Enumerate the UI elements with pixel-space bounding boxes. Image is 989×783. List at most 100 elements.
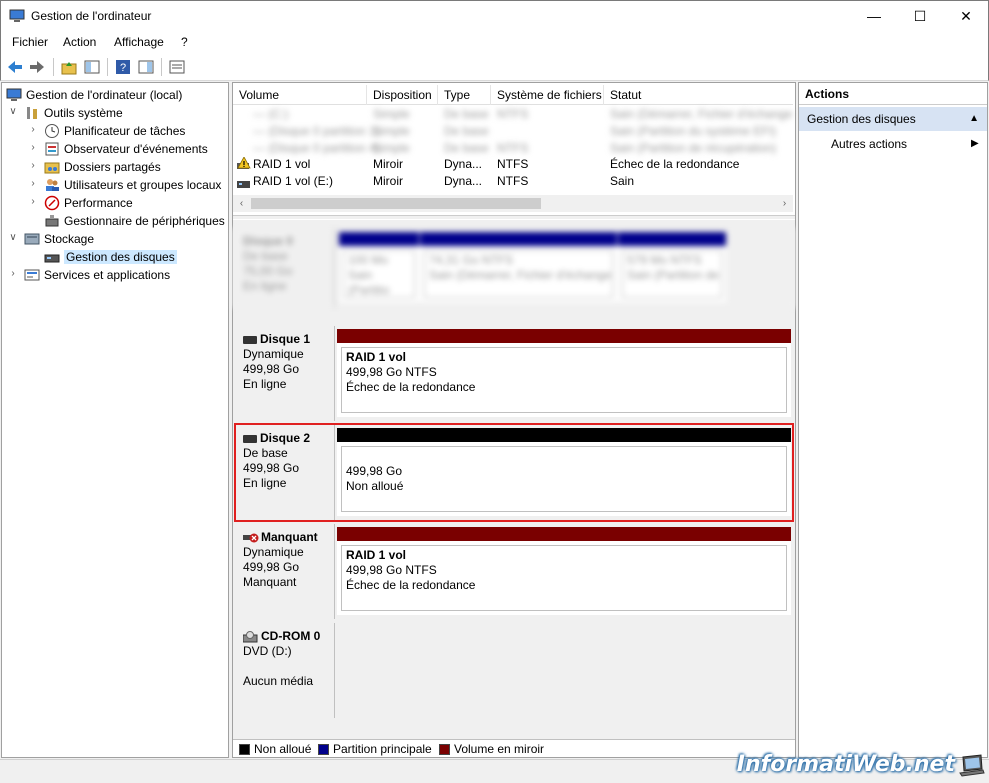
disk-row-1: Disque 1 Dynamique 499,98 Go En ligne RA… — [233, 326, 795, 421]
expand-chevron-icon[interactable]: › — [8, 265, 18, 283]
disk-row-cdrom: CD-ROM 0 DVD (D:) Aucun média — [233, 623, 795, 718]
toolbar: ? — [0, 53, 989, 81]
volume-row-raid1[interactable]: RAID 1 vol Miroir Dyna... NTFS Échec de … — [233, 156, 793, 173]
horizontal-scrollbar[interactable]: ‹ › — [233, 195, 793, 212]
volume-row[interactable]: — (Disque 0 partition 4) Simple De base … — [233, 140, 793, 157]
storage-icon — [24, 233, 40, 245]
menu-help[interactable]: ? — [181, 35, 188, 49]
scrollbar-thumb[interactable] — [251, 198, 541, 209]
expand-chevron-icon[interactable]: › — [28, 139, 38, 157]
disk-map: Disque 0 De base 75,00 Go En ligne 100 M… — [233, 220, 795, 739]
expand-chevron-icon[interactable]: › — [28, 121, 38, 139]
volume-row[interactable]: — (C:) Simple De base NTFS Sain (Démarre… — [233, 106, 793, 123]
pane-splitter[interactable] — [233, 215, 795, 219]
missing-disk-info[interactable]: Manquant Dynamique 499,98 Go Manquant — [235, 524, 335, 619]
show-action-pane-icon[interactable] — [137, 58, 155, 76]
disk-0-partition[interactable]: 100 Mo Sain (Partitio — [339, 232, 419, 302]
cdrom-icon — [242, 630, 258, 643]
title-bar: Gestion de l'ordinateur — ☐ ✕ — [0, 0, 989, 31]
column-volume[interactable]: Volume — [233, 85, 367, 105]
maximize-button[interactable]: ☐ — [897, 1, 943, 31]
column-file-system[interactable]: Système de fichiers — [491, 85, 604, 105]
scroll-right-icon[interactable]: › — [776, 195, 793, 212]
actions-section-disk-management[interactable]: Gestion des disques ▲ — [799, 107, 987, 131]
disk-row-0: Disque 0 De base 75,00 Go En ligne 100 M… — [233, 228, 795, 308]
cdrom-info[interactable]: CD-ROM 0 DVD (D:) Aucun média — [235, 623, 335, 718]
menu-affichage[interactable]: Affichage — [114, 35, 164, 49]
minimize-button[interactable]: — — [851, 1, 897, 31]
tree-stockage[interactable]: Stockage — [24, 229, 94, 247]
svg-text:?: ? — [120, 62, 126, 74]
tools-icon — [27, 106, 37, 119]
up-folder-icon[interactable] — [60, 58, 78, 76]
tree-planificateur[interactable]: Planificateur de tâches — [44, 121, 185, 139]
menu-fichier[interactable]: Fichier — [12, 35, 48, 49]
submenu-arrow-icon[interactable]: ▶ — [971, 135, 979, 153]
watermark-text: InformatiWeb.net — [736, 752, 955, 777]
missing-disk-raid1-volume[interactable]: RAID 1 vol 499,98 Go NTFS Échec de la re… — [337, 527, 791, 615]
expand-chevron-icon[interactable]: › — [28, 193, 38, 211]
actions-pane: Actions Gestion des disques ▲ Autres act… — [798, 82, 988, 758]
menu-action[interactable]: Action — [63, 35, 96, 49]
help-icon[interactable]: ? — [114, 58, 132, 76]
toolbar-separator — [161, 58, 162, 76]
more-actions-item[interactable]: Autres actions — [831, 135, 907, 153]
window-title: Gestion de l'ordinateur — [31, 9, 152, 23]
missing-disk-icon — [243, 533, 259, 543]
column-type[interactable]: Type — [438, 85, 491, 105]
tree-outils-systeme[interactable]: Outils système — [24, 103, 123, 121]
expand-chevron-icon[interactable]: › — [28, 175, 38, 193]
volume-list-header: Volume Disposition Type Système de fichi… — [233, 85, 793, 105]
shared-folder-icon — [44, 162, 60, 174]
tree-gestion-des-disques[interactable]: Gestion des disques — [44, 247, 177, 265]
volume-row[interactable]: — (Disque 0 partition 1) Simple De base … — [233, 123, 793, 140]
legend: Non alloué Partition principale Volume e… — [233, 739, 795, 757]
show-hide-tree-icon[interactable] — [83, 58, 101, 76]
disk-icon — [243, 335, 257, 344]
disk-0-partition[interactable]: 74,31 Go NTFS Sain (Démarrer, Fichier d'é… — [420, 232, 617, 302]
close-button[interactable]: ✕ — [943, 1, 989, 31]
tree-observateur[interactable]: Observateur d'événements — [44, 139, 208, 157]
volume-icon — [237, 177, 250, 194]
tree-root[interactable]: Gestion de l'ordinateur (local) — [6, 85, 182, 103]
column-status[interactable]: Statut — [604, 85, 793, 105]
tree-dossiers-partages[interactable]: Dossiers partagés — [44, 157, 161, 175]
device-manager-icon — [45, 214, 59, 227]
expand-outils-chevron-icon[interactable]: ∨ — [8, 103, 18, 121]
tree-gestionnaire-peripheriques[interactable]: Gestionnaire de périphériques — [44, 211, 225, 229]
back-arrow-icon[interactable] — [6, 58, 24, 76]
collapse-triangle-icon[interactable]: ▲ — [969, 107, 979, 131]
column-disposition[interactable]: Disposition — [367, 85, 438, 105]
expand-chevron-icon[interactable]: › — [28, 157, 38, 175]
legend-swatch-primary — [318, 744, 329, 755]
tree-services-applications[interactable]: Services et applications — [24, 265, 170, 283]
expand-stockage-chevron-icon[interactable]: ∨ — [8, 229, 18, 247]
disk-management-icon — [44, 254, 60, 263]
properties-icon[interactable] — [168, 58, 186, 76]
forward-arrow-icon[interactable] — [28, 58, 46, 76]
scroll-left-icon[interactable]: ‹ — [233, 195, 250, 212]
volume-row-raid1-e[interactable]: RAID 1 vol (E:) Miroir Dyna... NTFS Sain — [233, 173, 793, 190]
legend-swatch-mirror — [439, 744, 450, 755]
console-tree: Gestion de l'ordinateur (local) ∨ Outils… — [1, 82, 229, 758]
computer-management-icon — [9, 9, 25, 22]
tree-performance[interactable]: Performance — [44, 193, 133, 211]
legend-swatch-unallocated — [239, 744, 250, 755]
disk-0-info[interactable]: Disque 0 De base 75,00 Go En ligne — [235, 228, 335, 308]
actions-header: Actions — [799, 83, 987, 105]
menu-bar: Fichier Action Affichage ? — [0, 31, 989, 53]
users-icon — [46, 178, 59, 191]
disk-1-info[interactable]: Disque 1 Dynamique 499,98 Go En ligne — [235, 326, 335, 421]
disk-management-pane: Volume Disposition Type Système de fichi… — [232, 82, 796, 758]
disk-1-raid1-volume[interactable]: RAID 1 vol 499,98 Go NTFS Échec de la re… — [337, 329, 791, 417]
disk-0-partition[interactable]: 579 Mo NTFS Sain (Partition de — [618, 232, 726, 302]
mirror-volume-bar — [337, 527, 791, 541]
tree-utilisateurs-groupes[interactable]: Utilisateurs et groupes locaux — [44, 175, 221, 193]
toolbar-separator — [53, 58, 54, 76]
clock-icon — [45, 123, 59, 138]
disk-row-missing: Manquant Dynamique 499,98 Go Manquant RA… — [233, 524, 795, 619]
cdrom-empty-area[interactable] — [337, 623, 791, 718]
toolbar-separator — [107, 58, 108, 76]
event-viewer-icon — [45, 142, 59, 156]
performance-icon — [44, 195, 60, 211]
